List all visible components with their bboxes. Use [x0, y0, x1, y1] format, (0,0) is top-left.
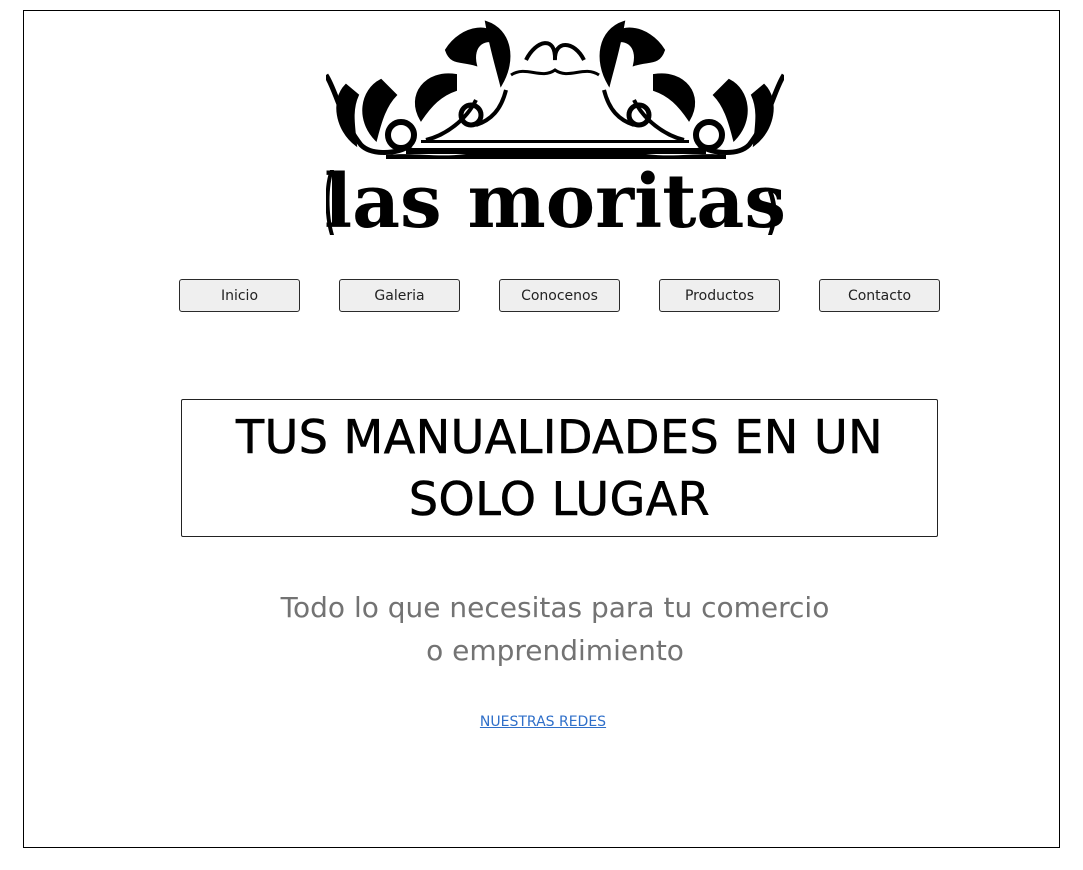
logo-ornament-graphic: las moritas: [326, 20, 784, 235]
nav-button-conocenos[interactable]: Conocenos: [499, 279, 620, 312]
nav-button-contacto[interactable]: Contacto: [819, 279, 940, 312]
hero-title: TUS MANUALIDADES EN UN SOLO LUGAR: [235, 410, 884, 527]
tagline-text: Todo lo que necesitas para tu comercio o…: [280, 591, 830, 667]
hero-banner: TUS MANUALIDADES EN UN SOLO LUGAR: [181, 399, 938, 537]
nav-button-productos[interactable]: Productos: [659, 279, 780, 312]
nav-button-galeria[interactable]: Galeria: [339, 279, 460, 312]
main-nav: Inicio Galeria Conocenos Productos Conta…: [179, 279, 941, 312]
logo-wordmark: las moritas: [326, 159, 784, 235]
brand-logo: las moritas: [326, 20, 784, 235]
nav-button-inicio[interactable]: Inicio: [179, 279, 300, 312]
social-networks-link[interactable]: NUESTRAS REDES: [420, 714, 666, 730]
